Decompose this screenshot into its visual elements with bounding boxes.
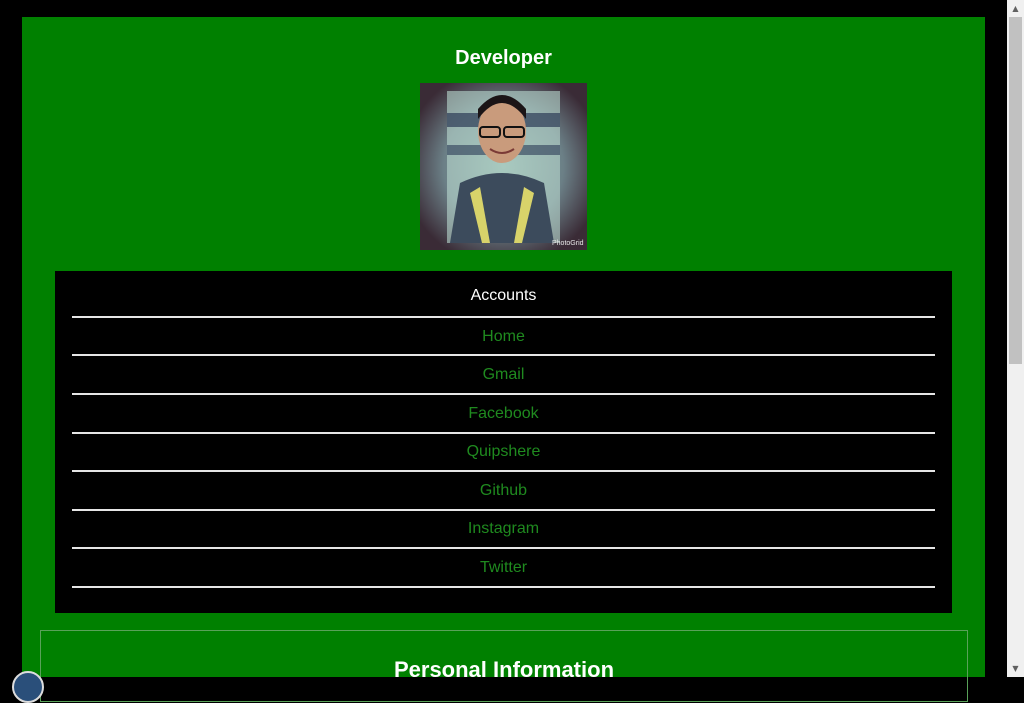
page-container: Developer PhotoGrid Accounts Home Gmail …	[22, 17, 985, 702]
nav-item-facebook[interactable]: Facebook	[72, 395, 935, 432]
nav-item-instagram[interactable]: Instagram	[72, 510, 935, 547]
floating-badge-icon[interactable]	[12, 671, 44, 703]
avatar: PhotoGrid	[420, 83, 587, 250]
scroll-up-icon[interactable]: ▲	[1007, 0, 1024, 17]
scroll-down-icon[interactable]: ▼	[1007, 660, 1024, 677]
page-title: Developer	[455, 47, 552, 69]
nav-item-gmail[interactable]: Gmail	[72, 356, 935, 393]
nav-item-quipshere[interactable]: Quipshere	[72, 433, 935, 470]
vertical-scrollbar[interactable]: ▲ ▼	[1007, 0, 1024, 677]
personal-info-title: Personal Information	[393, 657, 615, 682]
nav-item-github[interactable]: Github	[72, 472, 935, 509]
profile-photo-icon: PhotoGrid	[420, 83, 587, 250]
nav-divider	[72, 586, 935, 588]
nav-item-twitter[interactable]: Twitter	[72, 549, 935, 586]
accounts-nav: Accounts Home Gmail Facebook Quipshere G…	[55, 271, 952, 613]
photo-watermark: PhotoGrid	[552, 240, 584, 247]
scroll-thumb[interactable]	[1009, 17, 1022, 364]
personal-info-section: Personal Information	[40, 630, 968, 702]
accounts-heading: Accounts	[470, 287, 537, 304]
nav-item-home[interactable]: Home	[72, 318, 935, 355]
